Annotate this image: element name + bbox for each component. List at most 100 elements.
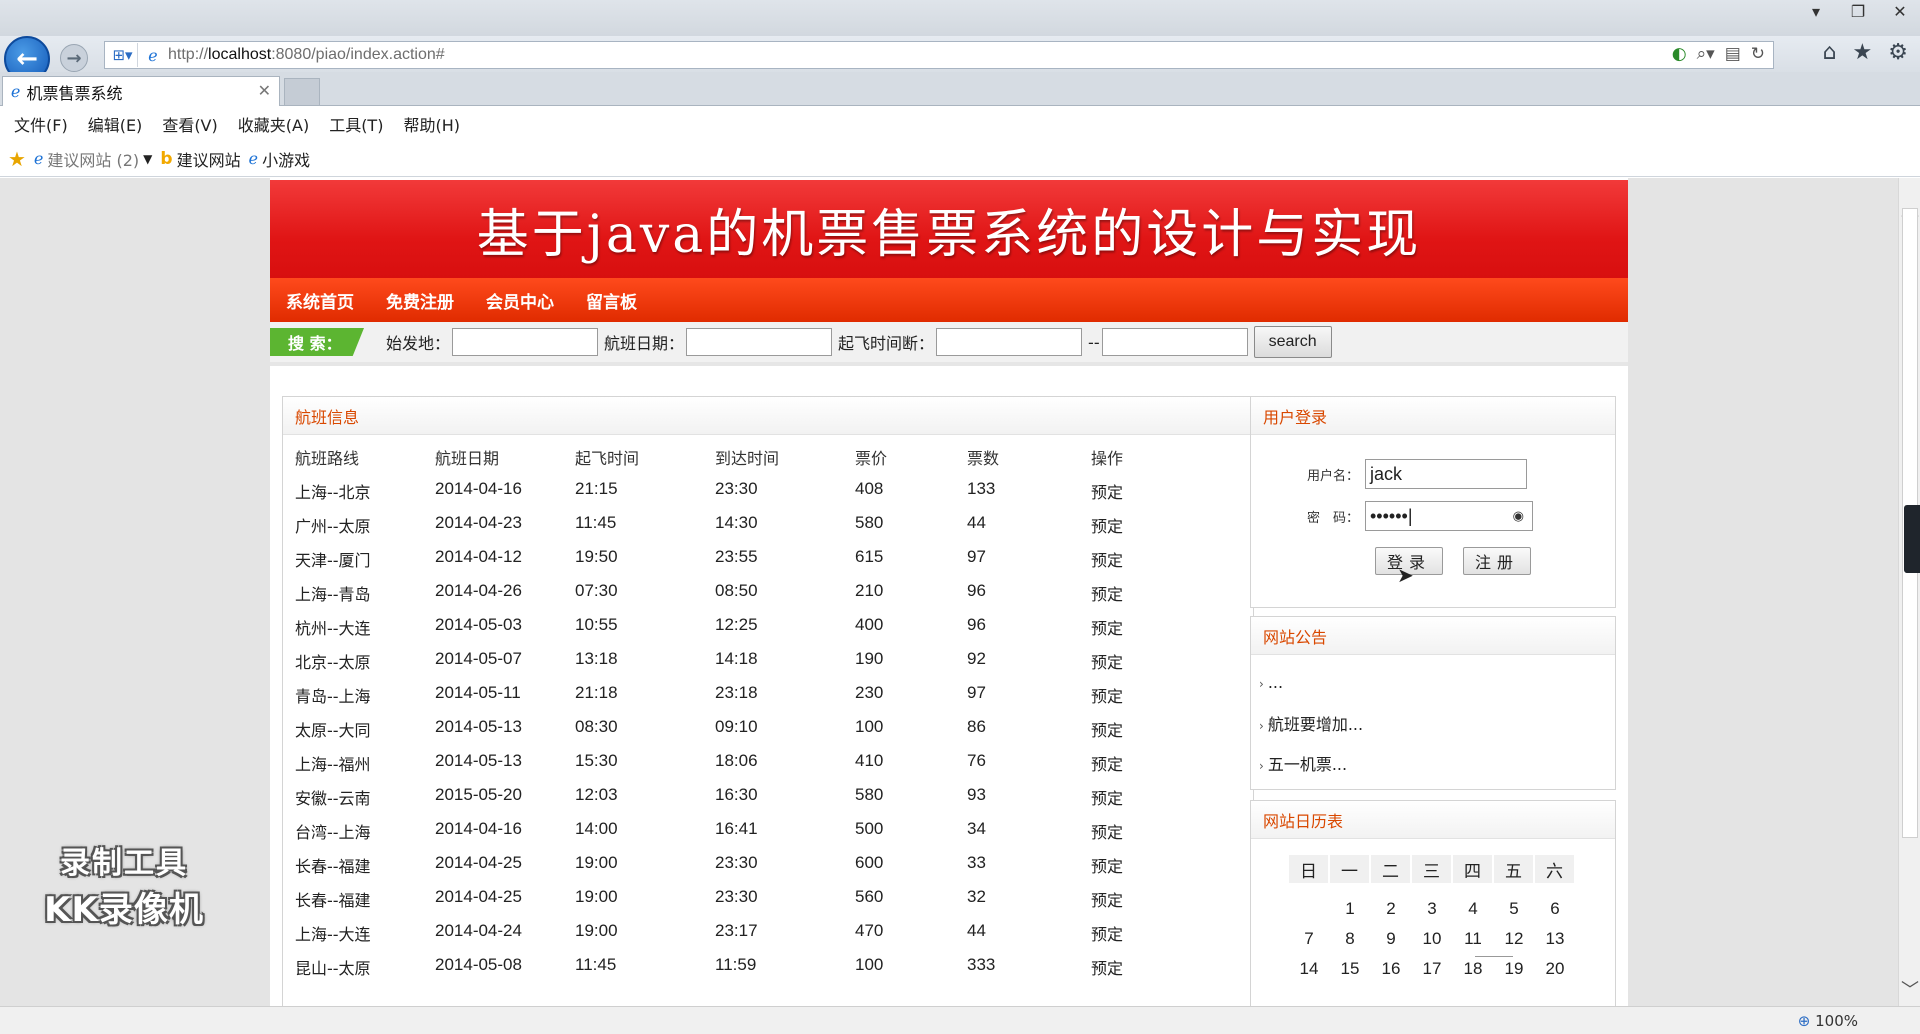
cell-depart-time: 21:18 bbox=[575, 683, 618, 702]
cell-route: 长春--福建 bbox=[295, 857, 371, 876]
cell-book-action[interactable]: 预定 bbox=[1091, 819, 1123, 843]
zoom-level[interactable]: ⊕ 100% bbox=[1798, 1012, 1858, 1030]
calendar-day[interactable]: 17 bbox=[1412, 959, 1452, 979]
cell-book-action[interactable]: 预定 bbox=[1091, 547, 1123, 571]
origin-input[interactable] bbox=[452, 328, 599, 356]
home-icon[interactable]: ⌂ bbox=[1823, 40, 1837, 65]
cell-price: 500 bbox=[855, 819, 884, 838]
search-button[interactable]: search bbox=[1253, 326, 1332, 358]
fav-suggested-sites-dropdown[interactable]: ℯ 建议网站 (2) ▼ bbox=[34, 147, 152, 171]
notice-item[interactable]: › 航班要增加... bbox=[1259, 711, 1363, 735]
reveal-password-icon[interactable]: ◉ bbox=[1513, 508, 1524, 524]
cell-book-action[interactable]: 预定 bbox=[1091, 717, 1123, 741]
nav-home[interactable]: 系统首页 bbox=[286, 288, 354, 313]
cell-book-action[interactable]: 预定 bbox=[1091, 513, 1123, 537]
calendar-day[interactable]: 13 bbox=[1535, 929, 1575, 949]
address-bar[interactable]: ⊞▾ ℯ http://localhost:8080/piao/index.ac… bbox=[104, 41, 1774, 69]
calendar-day[interactable]: 3 bbox=[1412, 899, 1452, 919]
cell-arrive-time: 16:41 bbox=[715, 819, 758, 838]
nav-register[interactable]: 免费注册 bbox=[386, 288, 454, 313]
calendar-day[interactable]: 8 bbox=[1330, 929, 1370, 949]
fav-suggested-sites[interactable]: b 建议网站 bbox=[160, 147, 240, 171]
side-panel-handle[interactable] bbox=[1904, 505, 1920, 573]
menu-view[interactable]: 查看(V) bbox=[162, 112, 217, 136]
cell-tickets: 96 bbox=[967, 615, 986, 634]
calendar-day[interactable]: 20 bbox=[1535, 959, 1575, 979]
calendar-day[interactable]: 1 bbox=[1330, 899, 1370, 919]
fav-games[interactable]: ℯ 小游戏 bbox=[249, 147, 310, 171]
nav-guestbook[interactable]: 留言板 bbox=[586, 288, 637, 313]
time-start-input[interactable] bbox=[936, 328, 1083, 356]
cell-book-action[interactable]: 预定 bbox=[1091, 785, 1123, 809]
nav-member-center[interactable]: 会员中心 bbox=[486, 288, 554, 313]
calendar-day[interactable]: 9 bbox=[1371, 929, 1411, 949]
mouse-cursor-icon: ➤ bbox=[1397, 563, 1414, 587]
date-input[interactable] bbox=[686, 328, 833, 356]
cell-book-action[interactable]: 预定 bbox=[1091, 921, 1123, 945]
minimize-icon[interactable]: ▾ bbox=[1806, 2, 1826, 21]
cell-book-action[interactable]: 预定 bbox=[1091, 683, 1123, 707]
cell-route: 太原--大同 bbox=[295, 721, 371, 740]
favorites-star-icon[interactable]: ★ bbox=[1853, 40, 1873, 65]
compat-view-icon[interactable]: ⊞▾ bbox=[108, 43, 138, 67]
tab-close-icon[interactable]: ✕ bbox=[258, 81, 271, 100]
cell-book-action[interactable]: 预定 bbox=[1091, 955, 1123, 979]
register-button[interactable]: 注册 bbox=[1463, 547, 1531, 575]
cell-book-action[interactable]: 预定 bbox=[1091, 649, 1123, 673]
cell-book-action[interactable]: 预定 bbox=[1091, 887, 1123, 911]
calendar-day[interactable]: 10 bbox=[1412, 929, 1452, 949]
calendar-day[interactable]: 18 bbox=[1453, 959, 1493, 979]
calendar-day[interactable]: 4 bbox=[1453, 899, 1493, 919]
cell-book-action[interactable]: 预定 bbox=[1091, 479, 1123, 503]
notice-item[interactable]: ›... bbox=[1259, 673, 1283, 692]
cell-book-action[interactable]: 预定 bbox=[1091, 751, 1123, 775]
calendar-day[interactable]: 6 bbox=[1535, 899, 1575, 919]
cell-arrive-time: 23:30 bbox=[715, 479, 758, 498]
calendar-day[interactable]: 12 bbox=[1494, 929, 1534, 949]
calendar-day[interactable]: 15 bbox=[1330, 959, 1370, 979]
password-input[interactable]: •••••• | ◉ bbox=[1365, 501, 1533, 531]
favorites-add-icon[interactable]: ★ bbox=[8, 147, 26, 171]
cell-book-action[interactable]: 预定 bbox=[1091, 581, 1123, 605]
time-end-input[interactable] bbox=[1101, 328, 1248, 356]
menu-tools[interactable]: 工具(T) bbox=[329, 112, 383, 136]
cell-arrive-time: 09:10 bbox=[715, 717, 758, 736]
calendar-day[interactable]: 19 bbox=[1494, 959, 1534, 979]
forward-button[interactable]: → bbox=[60, 44, 88, 72]
menu-file[interactable]: 文件(F) bbox=[14, 112, 68, 136]
calendar-day[interactable]: 5 bbox=[1494, 899, 1534, 919]
restore-icon[interactable]: ❐ bbox=[1848, 2, 1868, 21]
refresh-icon[interactable]: ↻ bbox=[1751, 44, 1765, 64]
cell-depart-time: 11:45 bbox=[575, 513, 617, 532]
cell-depart-time: 07:30 bbox=[575, 581, 618, 600]
settings-gear-icon[interactable]: ⚙ bbox=[1888, 40, 1908, 65]
scroll-down-icon[interactable]: ﹀ bbox=[1899, 976, 1920, 1002]
menu-favorites[interactable]: 收藏夹(A) bbox=[238, 112, 309, 136]
new-tab-button[interactable] bbox=[284, 78, 320, 106]
tab-active[interactable]: ℯ 机票售票系统 ✕ bbox=[2, 76, 280, 106]
calendar-day[interactable]: 7 bbox=[1289, 929, 1329, 949]
compat-icon[interactable]: ▤ bbox=[1725, 44, 1741, 64]
calendar-day[interactable]: 11 bbox=[1453, 929, 1493, 949]
cell-price: 100 bbox=[855, 955, 884, 974]
calendar-panel: 网站日历表 日一二三四五六 1 2 3 4 5 6 7 8 9 10 11 12 13 14 15 16 17 18… bbox=[1250, 800, 1616, 1006]
menu-help[interactable]: 帮助(H) bbox=[403, 112, 460, 136]
notice-item[interactable]: › 五一机票... bbox=[1259, 751, 1347, 775]
cell-depart-time: 08:30 bbox=[575, 717, 618, 736]
url-text[interactable]: http://localhost:8080/piao/index.action# bbox=[168, 46, 445, 64]
vertical-scrollbar[interactable]: ︿ ﹀ bbox=[1898, 178, 1920, 1006]
close-window-icon[interactable]: ✕ bbox=[1890, 2, 1910, 21]
calendar-day[interactable]: 16 bbox=[1371, 959, 1411, 979]
favorites-bar: ★ ℯ 建议网站 (2) ▼ b 建议网站 ℯ 小游戏 bbox=[0, 141, 1920, 177]
search-icon[interactable]: ⌕▾ bbox=[1697, 44, 1715, 64]
table-row: 青岛--上海 2014-05-11 21:18 23:18 230 97 预定 bbox=[283, 675, 1253, 709]
calendar-weekday: 日 bbox=[1289, 855, 1329, 883]
cell-date: 2014-04-25 bbox=[435, 853, 522, 872]
addon-icon[interactable]: ◐ bbox=[1672, 44, 1687, 64]
cell-book-action[interactable]: 预定 bbox=[1091, 615, 1123, 639]
calendar-day[interactable]: 14 bbox=[1289, 959, 1329, 979]
cell-book-action[interactable]: 预定 bbox=[1091, 853, 1123, 877]
menu-edit[interactable]: 编辑(E) bbox=[88, 112, 143, 136]
calendar-day[interactable]: 2 bbox=[1371, 899, 1411, 919]
username-input[interactable]: jack bbox=[1365, 459, 1527, 489]
